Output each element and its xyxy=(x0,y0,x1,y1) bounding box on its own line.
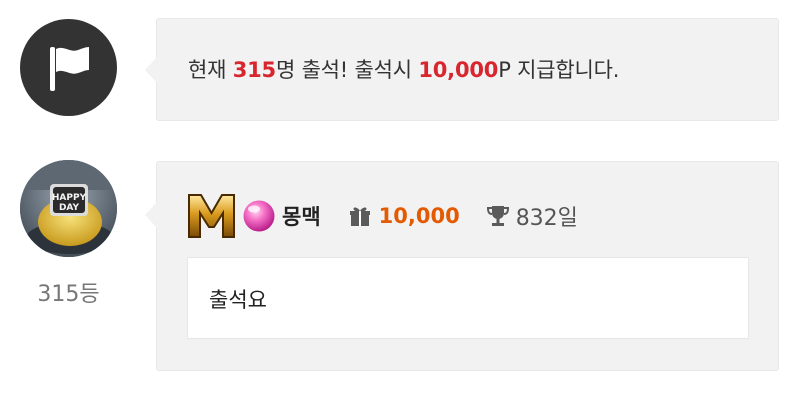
avatar-caption-bottom: DAY xyxy=(59,203,80,213)
notice-bubble: 현재 315명 출석! 출석시 10,000P 지급합니다. xyxy=(145,18,779,121)
avatar-photo: HAPPY DAY xyxy=(20,160,117,257)
attendance-days: 832일 xyxy=(515,206,578,231)
comment-bubble: M 몽맥 10,000 xyxy=(145,161,779,371)
trophy-icon xyxy=(486,206,509,226)
notice-suffix: P 지급합니다. xyxy=(498,58,620,82)
attendance-rank: 315등 xyxy=(37,282,100,307)
comment-text: 출석요 xyxy=(209,288,267,312)
avatar-caption-top: HAPPY xyxy=(52,193,87,203)
gift-icon xyxy=(349,207,370,226)
notice-middle: 명 출석! 출석시 xyxy=(275,58,419,82)
level-badge-icon: M xyxy=(188,194,235,238)
comment-body: 출석요 xyxy=(187,257,749,339)
gem-icon xyxy=(243,200,275,232)
notice-avatar xyxy=(20,19,117,116)
user-avatar[interactable]: HAPPY DAY xyxy=(20,160,117,257)
attendance-count: 315 xyxy=(232,58,276,82)
notice-message: 현재 315명 출석! 출석시 10,000P 지급합니다. xyxy=(188,54,619,84)
flag-icon xyxy=(49,46,89,91)
user-points: 10,000 xyxy=(378,204,460,228)
attendance-page: 현재 315명 출석! 출석시 10,000P 지급합니다. HAPPY DAY… xyxy=(0,0,800,405)
reward-points: 10,000 xyxy=(418,58,499,82)
notice-prefix: 현재 xyxy=(188,58,233,82)
nickname[interactable]: 몽맥 xyxy=(282,201,321,231)
comment-meta: M 몽맥 10,000 xyxy=(187,192,578,240)
